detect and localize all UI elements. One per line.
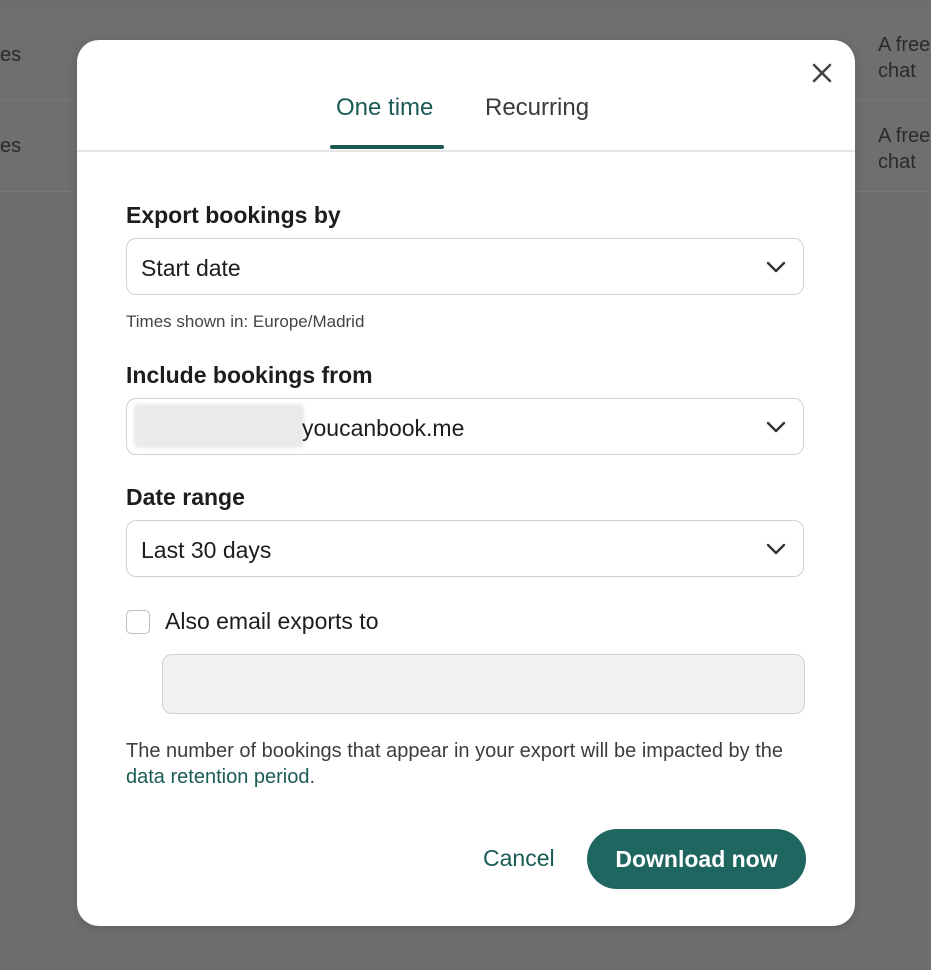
chevron-down-icon — [766, 543, 786, 555]
chevron-down-icon — [766, 261, 786, 273]
active-tab-indicator — [330, 145, 444, 149]
redacted-text — [134, 404, 304, 448]
background-row-right-text: A free chat — [878, 34, 931, 82]
retention-note-text: The number of bookings that appear in yo… — [126, 740, 784, 762]
email-exports-checkbox[interactable] — [126, 610, 150, 634]
export-by-select[interactable]: Start date — [126, 238, 804, 295]
download-now-label: Download now — [615, 845, 778, 872]
export-by-value: Start date — [141, 255, 241, 281]
export-modal: One time Recurring Export bookings by St… — [77, 40, 855, 926]
cancel-button[interactable]: Cancel — [483, 845, 555, 872]
download-now-button[interactable]: Download now — [587, 829, 806, 889]
timezone-hint: Times shown in: Europe/Madrid — [126, 312, 365, 331]
tab-recurring[interactable]: Recurring — [485, 94, 589, 122]
export-by-label: Export bookings by — [126, 202, 341, 228]
background-row-right-text: A free chat — [878, 125, 931, 173]
date-range-value: Last 30 days — [141, 537, 272, 563]
email-exports-input[interactable] — [162, 654, 805, 714]
include-from-select[interactable]: youcanbook.me — [126, 398, 804, 455]
tab-one-time[interactable]: One time — [336, 94, 433, 122]
date-range-select[interactable]: Last 30 days — [126, 520, 804, 577]
background-row-left-text: es — [0, 135, 22, 157]
email-exports-label[interactable]: Also email exports to — [165, 608, 378, 635]
tab-bar: One time Recurring — [77, 40, 855, 152]
include-from-value: youcanbook.me — [302, 415, 465, 441]
data-retention-link[interactable]: data retention period — [126, 766, 309, 788]
include-from-label: Include bookings from — [126, 362, 373, 388]
retention-note: The number of bookings that appear in yo… — [126, 738, 816, 790]
chevron-down-icon — [766, 421, 786, 433]
retention-note-suffix: . — [309, 766, 316, 788]
background-row-left-text: es — [0, 44, 22, 66]
date-range-label: Date range — [126, 484, 245, 510]
